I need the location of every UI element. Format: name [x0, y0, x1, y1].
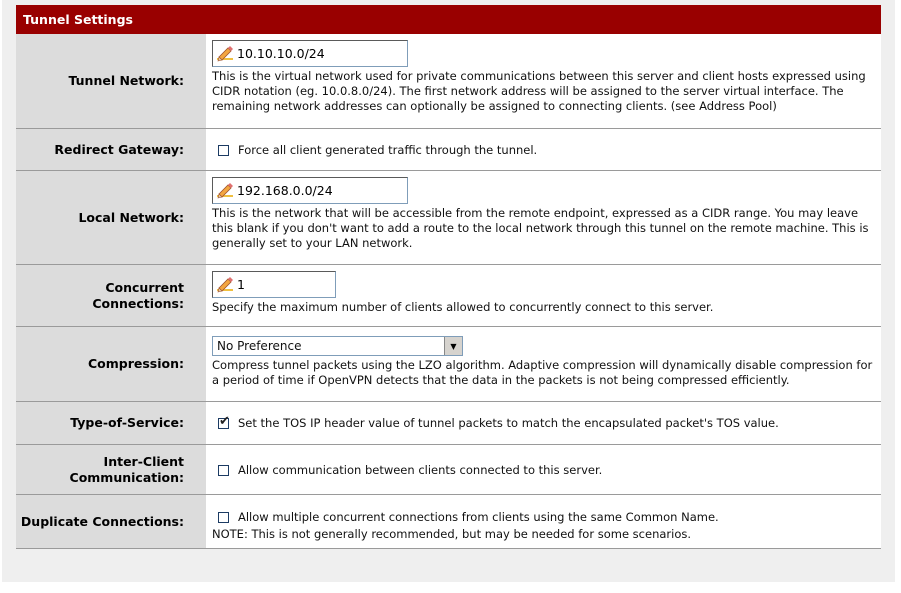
duplicate-connections-note: NOTE: This is not generally recommended,… — [212, 527, 692, 541]
pencil-icon — [217, 276, 233, 292]
compression-label: Compression: — [16, 327, 206, 401]
redirect-gateway-checkbox[interactable] — [218, 145, 229, 156]
redirect-gateway-label: Redirect Gateway: — [16, 129, 206, 170]
inter-client-value-cell: Allow communication between clients conn… — [206, 445, 881, 494]
row-type-of-service: Type-of-Service: ✔ Set the TOS IP header… — [16, 402, 881, 445]
concurrent-connections-input-value: 1 — [237, 277, 245, 292]
row-local-network: Local Network: 192.168.0.0/24 This is th… — [16, 171, 881, 265]
row-compression: Compression: No Preference ▼ Compress tu… — [16, 327, 881, 402]
local-network-input-value: 192.168.0.0/24 — [237, 183, 333, 198]
concurrent-connections-label: Concurrent Connections: — [16, 265, 206, 326]
tunnel-settings-panel: Tunnel Settings Tunnel Network: 10.10.10… — [16, 5, 881, 549]
concurrent-connections-input[interactable]: 1 — [212, 271, 336, 298]
tunnel-network-input[interactable]: 10.10.10.0/24 — [212, 40, 408, 67]
duplicate-connections-text: Allow multiple concurrent connections fr… — [238, 510, 719, 524]
row-inter-client-communication: Inter-Client Communication: Allow commun… — [16, 445, 881, 495]
local-network-label: Local Network: — [16, 171, 206, 264]
local-network-value-cell: 192.168.0.0/24 This is the network that … — [206, 171, 881, 264]
type-of-service-text: Set the TOS IP header value of tunnel pa… — [238, 416, 779, 430]
compression-select[interactable]: No Preference ▼ — [212, 336, 463, 356]
compression-description: Compress tunnel packets using the LZO al… — [212, 358, 873, 387]
inter-client-checkbox[interactable] — [218, 465, 229, 476]
tunnel-network-input-value: 10.10.10.0/24 — [237, 46, 325, 61]
row-concurrent-connections: Concurrent Connections: 1 Specify the ma… — [16, 265, 881, 327]
type-of-service-label: Type-of-Service: — [16, 402, 206, 444]
tunnel-network-value-cell: 10.10.10.0/24 This is the virtual networ… — [206, 34, 881, 128]
row-redirect-gateway: Redirect Gateway: Force all client gener… — [16, 129, 881, 171]
inter-client-label: Inter-Client Communication: — [16, 445, 206, 494]
type-of-service-checkbox[interactable]: ✔ — [218, 414, 230, 429]
duplicate-connections-checkbox[interactable] — [218, 512, 229, 523]
concurrent-connections-label-line2: Connections: — [92, 295, 184, 311]
type-of-service-value-cell: ✔ Set the TOS IP header value of tunnel … — [206, 402, 881, 444]
section-header: Tunnel Settings — [16, 5, 881, 34]
compression-value-cell: No Preference ▼ Compress tunnel packets … — [206, 327, 881, 401]
concurrent-connections-description: Specify the maximum number of clients al… — [212, 300, 714, 314]
checkmark-icon: ✔ — [219, 414, 230, 429]
inter-client-label-line2: Communication: — [69, 469, 184, 485]
compression-selected-value: No Preference — [217, 338, 302, 353]
local-network-input[interactable]: 192.168.0.0/24 — [212, 177, 408, 204]
inter-client-text: Allow communication between clients conn… — [238, 463, 603, 477]
redirect-gateway-value-cell: Force all client generated traffic throu… — [206, 129, 881, 170]
duplicate-connections-label: Duplicate Connections: — [16, 495, 206, 548]
redirect-gateway-text: Force all client generated traffic throu… — [238, 143, 538, 157]
pencil-icon — [217, 45, 233, 61]
local-network-description: This is the network that will be accessi… — [212, 206, 869, 250]
pencil-icon — [217, 182, 233, 198]
row-duplicate-connections: Duplicate Connections: Allow multiple co… — [16, 495, 881, 549]
concurrent-connections-value-cell: 1 Specify the maximum number of clients … — [206, 265, 881, 326]
duplicate-connections-value-cell: Allow multiple concurrent connections fr… — [206, 495, 881, 548]
dropdown-arrow-icon[interactable]: ▼ — [444, 337, 462, 355]
tunnel-network-label: Tunnel Network: — [16, 34, 206, 128]
tunnel-network-description: This is the virtual network used for pri… — [212, 69, 866, 113]
row-tunnel-network: Tunnel Network: 10.10.10.0/24 This is th… — [16, 34, 881, 129]
concurrent-connections-label-line1: Concurrent — [105, 279, 184, 295]
inter-client-label-line1: Inter-Client — [103, 453, 184, 469]
